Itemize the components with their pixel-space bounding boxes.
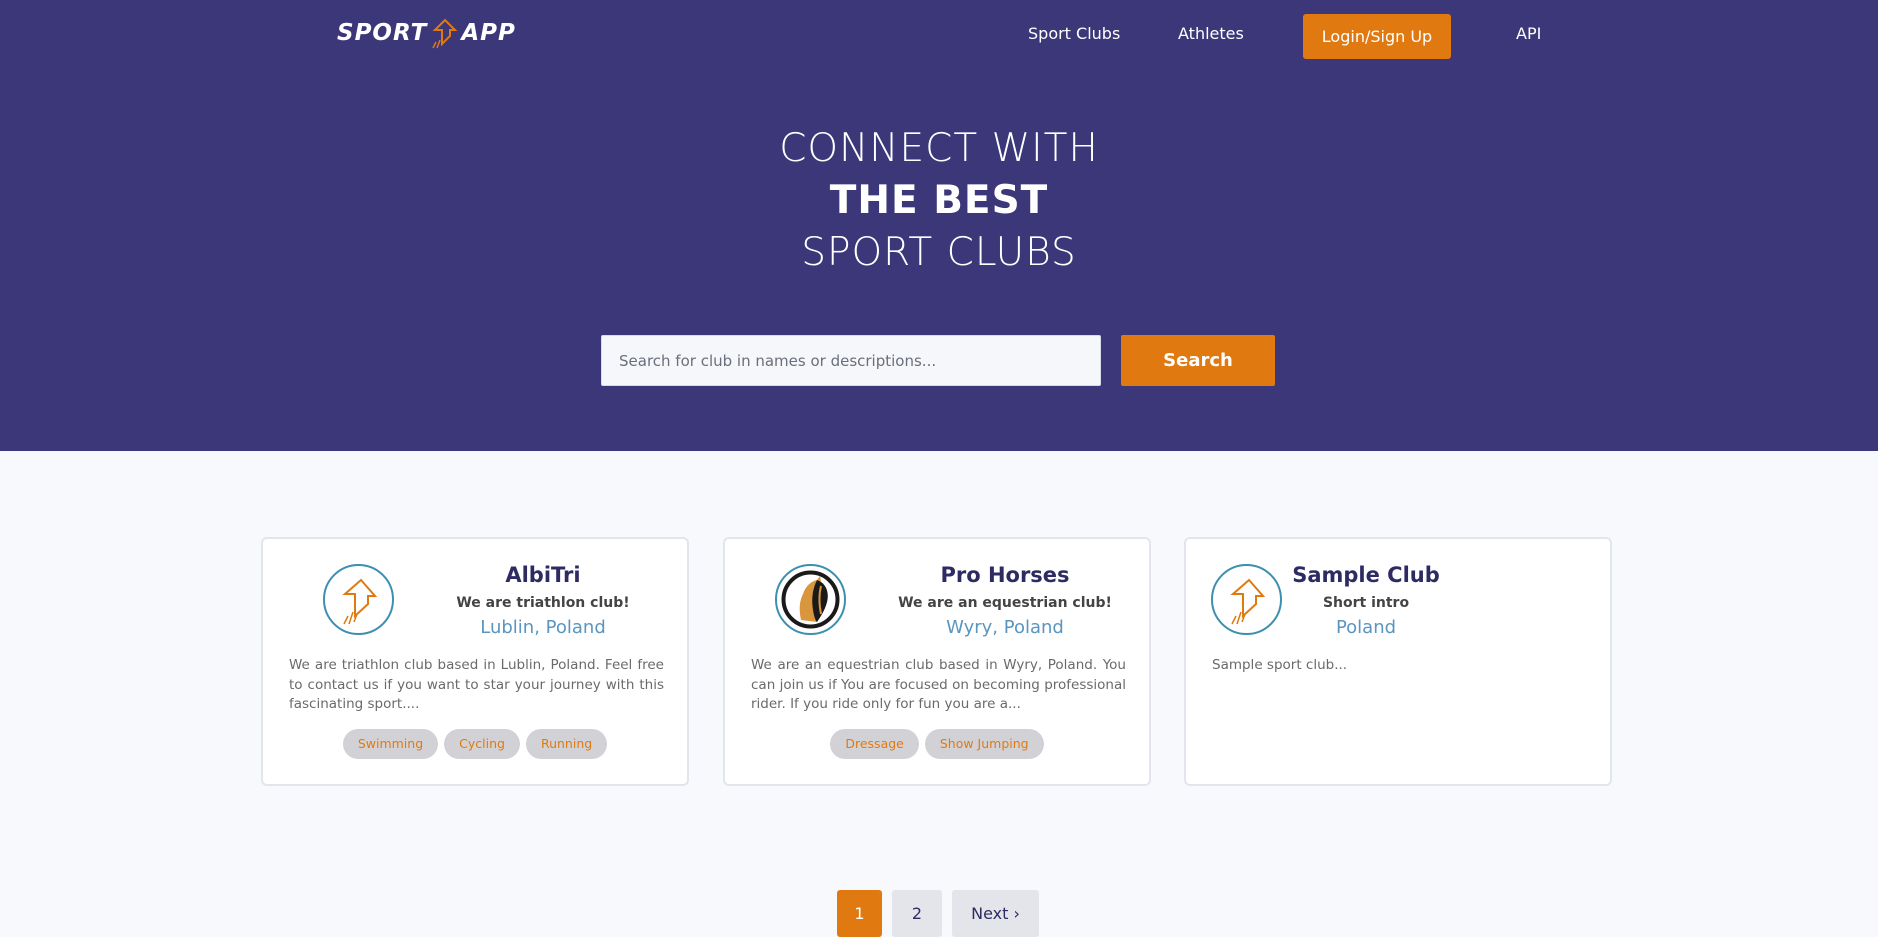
sport-tag[interactable]: Running <box>525 729 608 759</box>
nav-api[interactable]: API <box>1516 24 1541 43</box>
club-location: Poland <box>1335 617 1397 638</box>
club-card[interactable]: AlbiTri We are triathlon club! Lublin, P… <box>261 537 689 786</box>
club-name[interactable]: Pro Horses <box>875 563 1135 587</box>
club-name[interactable]: Sample Club <box>1286 563 1446 587</box>
sport-tag[interactable]: Dressage <box>830 729 919 759</box>
sportapp-logo[interactable]: SPORT APP <box>337 14 516 52</box>
club-description: We are triathlon club based in Lublin, P… <box>289 657 664 712</box>
hero-title-line-2: THE BEST <box>829 178 1049 223</box>
club-location: Lublin, Poland <box>480 617 606 638</box>
logo-arrow-icon <box>432 18 458 49</box>
hero-title-line-1: CONNECT WITH <box>779 126 1099 171</box>
nav-sport-clubs[interactable]: Sport Clubs <box>1028 24 1120 43</box>
sport-tags: Swimming Cycling Running <box>263 729 687 759</box>
hero-section: SPORT APP Sport Clubs Athletes Login/Sig… <box>0 0 1878 451</box>
sport-tag[interactable]: Swimming <box>342 729 439 759</box>
next-page-button[interactable]: Next › <box>952 890 1039 937</box>
page-1-button[interactable]: 1 <box>837 890 882 937</box>
club-description: Sample sport club... <box>1212 657 1348 673</box>
club-intro: We are triathlon club! <box>456 595 630 611</box>
login-signup-button[interactable]: Login/Sign Up <box>1303 14 1451 59</box>
sport-tag[interactable]: Show Jumping <box>924 729 1044 759</box>
club-name[interactable]: AlbiTri <box>443 563 643 587</box>
hero-title-line-3: SPORT CLUBS <box>801 230 1077 275</box>
sportapp-arrow-icon <box>1229 578 1265 624</box>
club-logo[interactable] <box>323 564 394 635</box>
club-description: We are an equestrian club based in Wyry,… <box>751 657 1126 712</box>
page-2-button[interactable]: 2 <box>892 890 942 937</box>
club-location: Wyry, Poland <box>946 617 1064 638</box>
club-intro: We are an equestrian club! <box>898 595 1112 611</box>
club-logo[interactable] <box>1211 564 1282 635</box>
logo-text-right: APP <box>461 20 516 46</box>
sportapp-arrow-icon <box>341 578 377 624</box>
nav-athletes[interactable]: Athletes <box>1178 24 1244 43</box>
club-card[interactable]: Sample Club Short intro Poland Sample sp… <box>1184 537 1612 786</box>
club-logo[interactable] <box>775 564 846 635</box>
sport-tag[interactable]: Cycling <box>444 729 520 759</box>
horse-head-icon <box>779 568 842 631</box>
club-card[interactable]: Pro Horses We are an equestrian club! Wy… <box>723 537 1151 786</box>
sport-tags: Dressage Show Jumping <box>725 729 1149 759</box>
search-button[interactable]: Search <box>1121 335 1275 386</box>
club-intro: Short intro <box>1322 595 1410 611</box>
logo-text-left: SPORT <box>337 20 428 46</box>
club-search-input[interactable] <box>601 335 1101 386</box>
